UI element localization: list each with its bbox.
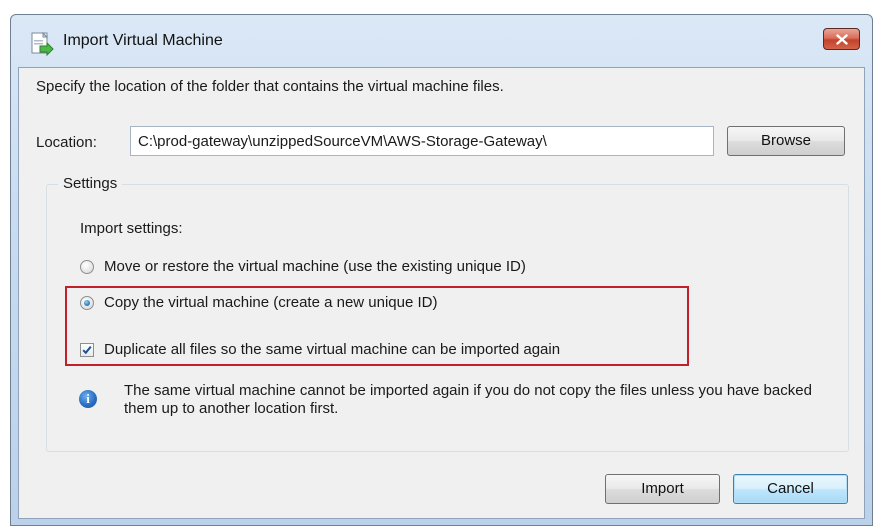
window-title: Import Virtual Machine [63,32,223,49]
import-button[interactable]: Import [605,474,720,504]
location-label: Location: [36,134,97,151]
close-icon [835,33,848,45]
settings-group-label: Settings [58,175,123,192]
import-settings-label: Import settings: [80,220,183,237]
radio-move-restore-label: Move or restore the virtual machine (use… [104,258,526,275]
radio-button[interactable] [80,259,94,274]
info-icon: i [79,390,97,408]
instructions-text: Specify the location of the folder that … [36,78,504,95]
import-vm-icon [31,31,54,57]
title-bar[interactable]: Import Virtual Machine [11,15,872,67]
location-input[interactable] [130,126,714,156]
radio-move-restore[interactable]: Move or restore the virtual machine (use… [80,258,526,275]
info-message: The same virtual machine cannot be impor… [124,382,812,417]
cancel-button[interactable]: Cancel [733,474,848,504]
browse-button[interactable]: Browse [727,126,845,156]
close-button[interactable] [823,28,860,50]
highlight-annotation [65,286,689,366]
